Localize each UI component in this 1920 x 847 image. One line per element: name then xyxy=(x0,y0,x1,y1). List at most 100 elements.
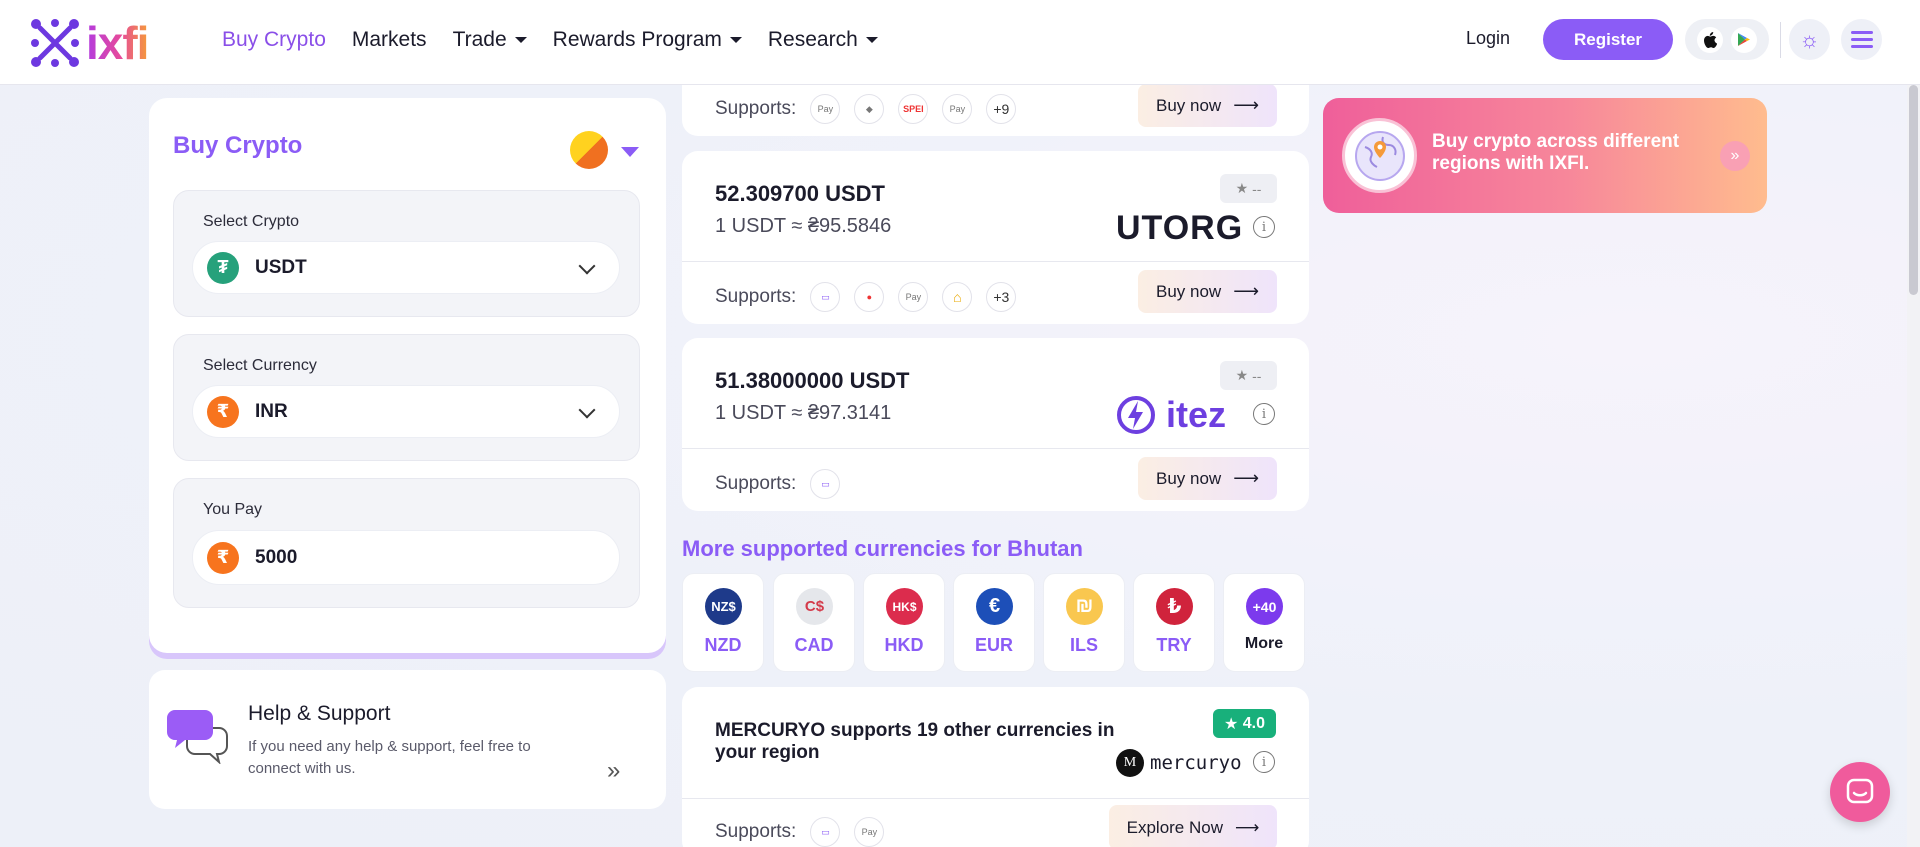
nav-markets[interactable]: Markets xyxy=(352,28,427,52)
currency-value: INR xyxy=(255,400,288,422)
currency-code: TRY xyxy=(1156,635,1192,655)
select-crypto-group: Select Crypto ₮ USDT xyxy=(173,190,640,317)
help-text: If you need any help & support, feel fre… xyxy=(248,738,531,777)
caret-down-icon xyxy=(729,37,742,43)
provider-supports-row: Supports: ▭ ● Pay ⌂ +3 Buy now ⟶ xyxy=(682,262,1309,324)
main-nav: Buy Crypto Markets Trade Rewards Program… xyxy=(222,28,904,52)
rating-value: -- xyxy=(1252,367,1262,384)
arrow-right-icon: ⟶ xyxy=(1233,281,1259,301)
rating-value: 4.0 xyxy=(1242,714,1266,732)
nzd-icon: NZ$ xyxy=(705,588,742,625)
explore-now-button[interactable]: Explore Now ⟶ xyxy=(1109,805,1277,847)
provider-card-itez: 51.38000000 USDT 1 USDT ≈ ₴97.3141 ★ -- … xyxy=(682,338,1309,511)
buy-now-button[interactable]: Buy now ⟶ xyxy=(1138,84,1277,127)
info-icon[interactable]: i xyxy=(1253,751,1275,773)
provider-amount: 52.309700 USDT xyxy=(715,181,885,206)
provider-top: 51.38000000 USDT 1 USDT ≈ ₴97.3141 ★ -- … xyxy=(682,338,1309,449)
provider-rate: 1 USDT ≈ ₴97.3141 xyxy=(715,402,892,424)
google-play-icon[interactable] xyxy=(1731,26,1757,53)
supports-list: Supports: ▭ Pay xyxy=(715,817,885,847)
provider-top: 52.309700 USDT 1 USDT ≈ ₴95.5846 ★ -- UT… xyxy=(682,151,1309,262)
paypal-icon: Pay xyxy=(810,94,841,124)
hkd-icon: HK$ xyxy=(886,588,923,625)
caret-down-icon xyxy=(514,37,527,43)
rating-badge: ★ -- xyxy=(1220,361,1277,390)
ixfi-logo-icon xyxy=(31,19,79,67)
pay-amount-value: 5000 xyxy=(255,546,298,568)
card-icon: ◆ xyxy=(854,94,885,124)
currency-tile-try[interactable]: ₺ TRY xyxy=(1133,573,1215,672)
ixfi-logo[interactable]: ixfi xyxy=(30,17,149,69)
inr-icon: ₹ xyxy=(207,395,239,428)
scrollbar-thumb[interactable] xyxy=(1909,85,1918,295)
usdt-icon: ₮ xyxy=(207,251,239,284)
currency-tile-hkd[interactable]: HK$ HKD xyxy=(863,573,945,672)
buy-now-button[interactable]: Buy now ⟶ xyxy=(1138,457,1277,500)
supports-list: Supports: ▭ ● Pay ⌂ +3 xyxy=(715,282,1017,312)
pay-amount-input[interactable]: ₹ 5000 xyxy=(192,530,620,585)
info-icon[interactable]: i xyxy=(1253,403,1275,425)
mercuryo-description: MERCURYO supports 19 other currencies in… xyxy=(715,720,1115,763)
bhutan-flag-icon[interactable] xyxy=(570,131,608,169)
cad-icon: C$ xyxy=(796,588,833,625)
help-support-card[interactable]: Help & Support If you need any help & su… xyxy=(149,670,666,809)
supports-label: Supports: xyxy=(715,821,797,842)
currency-select[interactable]: ₹ INR xyxy=(192,385,620,438)
mastercard-icon: ● xyxy=(854,282,885,312)
nav-trade[interactable]: Trade xyxy=(453,28,527,52)
nav-rewards-program[interactable]: Rewards Program xyxy=(553,28,742,52)
you-pay-label: You Pay xyxy=(203,501,263,518)
help-title: Help & Support xyxy=(248,702,391,725)
buy-crypto-title: Buy Crypto xyxy=(173,132,303,159)
crypto-select[interactable]: ₮ USDT xyxy=(192,241,620,294)
chat-bubbles-icon xyxy=(167,710,228,764)
currency-tile-cad[interactable]: C$ CAD xyxy=(773,573,855,672)
double-chevron-right-icon[interactable]: » xyxy=(607,757,620,785)
buy-now-label: Buy now xyxy=(1155,281,1222,301)
chevron-down-icon xyxy=(578,401,596,419)
utorg-logo: UTORG xyxy=(1116,209,1244,247)
arrow-right-icon: ⟶ xyxy=(1233,468,1259,488)
inr-icon: ₹ xyxy=(207,541,239,574)
currency-tile-ils[interactable]: ₪ ILS xyxy=(1043,573,1125,672)
currency-code: ILS xyxy=(1069,635,1098,655)
page-scrollbar[interactable] xyxy=(1907,85,1920,847)
apple-pay-icon: Pay xyxy=(854,817,885,847)
buy-now-button[interactable]: Buy now ⟶ xyxy=(1138,270,1277,313)
currency-tile-eur[interactable]: € EUR xyxy=(953,573,1035,672)
promo-banner[interactable]: Buy crypto across different regions with… xyxy=(1323,98,1767,213)
nav-label: Research xyxy=(767,28,858,51)
double-chevron-right-icon[interactable]: » xyxy=(1720,141,1750,171)
info-icon[interactable]: i xyxy=(1253,216,1275,238)
itez-logo: itez xyxy=(1116,394,1226,436)
chat-support-icon[interactable] xyxy=(1830,762,1890,822)
supports-label: Supports: xyxy=(715,286,797,307)
apple-icon[interactable] xyxy=(1697,26,1723,53)
logo-text: ixfi xyxy=(86,17,149,69)
provider-amount: 51.38000000 USDT xyxy=(715,368,910,393)
try-icon: ₺ xyxy=(1156,588,1193,625)
arrow-right-icon: ⟶ xyxy=(1235,817,1260,837)
currency-tile-more[interactable]: +40 More xyxy=(1223,573,1305,672)
currency-code: NZD xyxy=(704,635,742,655)
nav-buy-crypto[interactable]: Buy Crypto xyxy=(222,28,326,52)
card-icon: ▭ xyxy=(810,469,841,499)
buy-now-label: Buy now xyxy=(1155,95,1222,115)
hamburger-menu-icon[interactable] xyxy=(1841,19,1882,60)
card-icon: ▭ xyxy=(810,817,841,847)
mercuryo-logo: M mercuryo xyxy=(1116,749,1242,777)
login-link[interactable]: Login xyxy=(1466,28,1510,49)
select-crypto-label: Select Crypto xyxy=(203,213,300,230)
itez-logo-text: itez xyxy=(1166,394,1227,435)
region-dropdown-caret-icon[interactable] xyxy=(621,147,639,157)
nav-research[interactable]: Research xyxy=(768,28,878,52)
select-currency-group: Select Currency ₹ INR xyxy=(173,334,640,461)
more-methods-count: +3 xyxy=(986,282,1017,312)
currency-tile-nzd[interactable]: NZ$ NZD xyxy=(682,573,764,672)
chevron-down-icon xyxy=(578,257,596,275)
you-pay-group: You Pay ₹ 5000 xyxy=(173,478,640,608)
rating-value: -- xyxy=(1252,180,1262,197)
register-button[interactable]: Register xyxy=(1543,19,1673,60)
provider-card-utorg: 52.309700 USDT 1 USDT ≈ ₴95.5846 ★ -- UT… xyxy=(682,151,1309,324)
theme-toggle-sun-icon[interactable]: ☼ xyxy=(1789,19,1830,60)
